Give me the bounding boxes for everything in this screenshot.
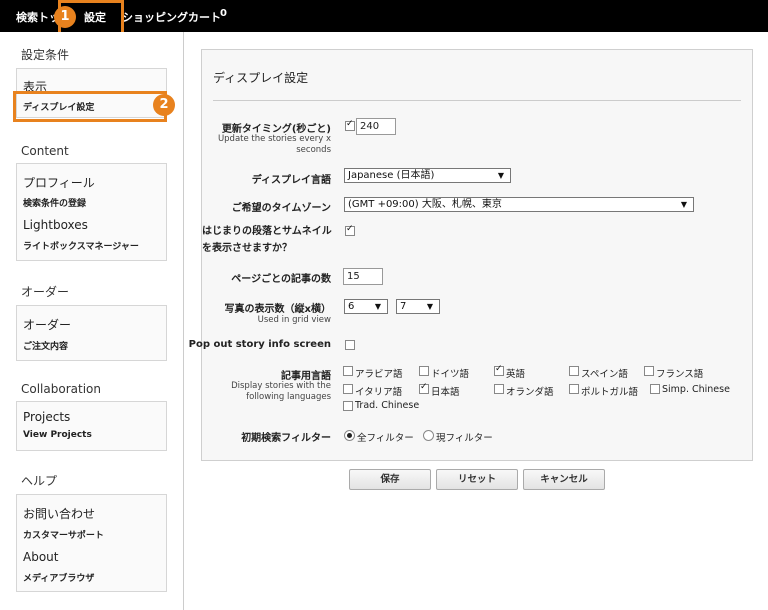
lang-checkbox-italian[interactable] [343,384,353,394]
save-button[interactable]: 保存 [349,469,431,490]
lang-checkbox-arabic[interactable] [343,366,353,376]
lang-label-arabic: アラビア語 [355,369,403,380]
highlight-box-display-settings [13,91,167,122]
sidebar-section-title-content: Content [21,144,69,158]
lang-checkbox-spanish[interactable] [569,366,579,376]
filter-radio-current[interactable] [423,430,434,441]
lang-label-spanish: スペイン語 [581,369,628,380]
lang-checkbox-french[interactable] [644,366,654,376]
lang-label-german: ドイツ語 [431,369,470,380]
thumbnail-checkbox[interactable] [345,224,355,236]
panel-title: ディスプレイ設定 [213,71,309,85]
sidebar-item-customer-support[interactable]: カスタマーサポート [23,528,104,541]
per-page-input[interactable]: 15 [343,268,383,285]
lang-checkbox-japanese[interactable] [419,382,429,394]
chevron-down-icon: ▼ [680,200,687,209]
per-page-label: ページごとの記事の数 [231,274,331,285]
lang-checkbox-english[interactable] [494,364,504,376]
sidebar-box-collaboration: Projects View Projects [16,401,167,451]
lang-checkbox-portuguese[interactable] [569,384,579,394]
annotation-badge-2: 2 [153,94,175,116]
lang-label-english: 英語 [506,369,526,380]
chevron-down-icon: ▼ [426,302,433,311]
filter-label-all: 全フィルター [357,433,414,444]
article-lang-label: 記事用言語 [281,371,331,382]
sidebar-section-title-orders: オーダー [21,285,70,299]
chevron-down-icon: ▼ [497,171,504,180]
lang-label-italian: イタリア語 [355,387,403,398]
sidebar-box-content: プロフィール 検索条件の登録 Lightboxes ライトボックスマネージャー [16,163,167,261]
sidebar-heading-lightboxes[interactable]: Lightboxes [23,218,88,232]
panel-divider [213,100,741,101]
refresh-sublabel: Update the stories every x seconds [217,134,331,155]
lang-label-dutch: オランダ語 [506,387,554,398]
sidebar-item-saved-searches[interactable]: 検索条件の登録 [23,196,86,209]
filter-label: 初期検索フィルター [241,433,331,444]
popout-checkbox[interactable] [345,340,355,350]
sidebar-item-lightbox-manager[interactable]: ライトボックスマネージャー [23,239,139,252]
refresh-label: 更新タイミング(秒ごと) [221,124,331,135]
lang-label-trad-chinese: Trad. Chinese [355,400,420,411]
nav-shopping-cart[interactable]: ショッピングカート [122,9,221,25]
thumbnail-label-wrap: はじまりの段落とサムネイルを表示させますか？ [202,223,340,257]
sidebar-heading-projects[interactable]: Projects [23,410,70,424]
cancel-button[interactable]: キャンセル [523,469,605,490]
filter-radio-all[interactable] [344,430,355,441]
sidebar-section-title-settings: 設定条件 [21,48,70,62]
lang-checkbox-german[interactable] [419,366,429,376]
grid-label: 写真の表示数（縦x横） [224,304,331,315]
sidebar-section-title-collaboration: Collaboration [21,382,101,396]
grid-rows-select[interactable]: 6 ▼ [344,299,388,314]
filter-label-current: 現フィルター [436,433,493,444]
sidebar-box-orders: オーダー ご注文内容 [16,305,167,361]
language-select[interactable]: Japanese (日本語) ▼ [344,168,511,183]
lang-label-portuguese: ポルトガル語 [581,387,639,398]
reset-button[interactable]: リセット [436,469,518,490]
sidebar-item-view-projects[interactable]: View Projects [23,430,92,440]
sidebar-item-order-details[interactable]: ご注文内容 [23,339,68,352]
lang-label-french: フランス語 [656,369,704,380]
timezone-select-value: (GMT +09:00) 大阪、札幌、東京 [348,199,502,210]
grid-sublabel: Used in grid view [257,315,331,325]
chevron-down-icon: ▼ [374,302,381,311]
cart-count-badge: 0 [220,8,227,19]
sidebar-box-help: お問い合わせ カスタマーサポート About メディアブラウザ [16,494,167,592]
refresh-checkbox[interactable] [345,119,355,131]
sidebar-item-media-browser[interactable]: メディアブラウザ [23,571,94,584]
grid-rows-value: 6 [348,301,355,312]
timezone-select[interactable]: (GMT +09:00) 大阪、札幌、東京 ▼ [344,197,694,212]
sidebar-heading-profile[interactable]: プロフィール [23,174,95,191]
lang-checkbox-dutch[interactable] [494,384,504,394]
display-settings-panel: ディスプレイ設定 更新タイミング(秒ごと) Update the stories… [189,49,753,461]
language-label: ディスプレイ言語 [251,175,331,186]
lang-label-simp-chinese: Simp. Chinese [662,384,730,395]
sidebar-section-title-help: ヘルプ [21,474,58,488]
popout-label: Pop out story info screen [188,339,331,350]
timezone-label: ご希望のタイムゾーン [231,203,331,214]
sidebar-heading-contact[interactable]: お問い合わせ [23,505,95,522]
lang-label-japanese: 日本語 [431,387,460,398]
refresh-seconds-input[interactable]: 240 [356,118,396,135]
grid-cols-select[interactable]: 7 ▼ [396,299,440,314]
language-select-value: Japanese (日本語) [348,170,435,181]
lang-checkbox-trad-chinese[interactable] [343,401,353,411]
sidebar-heading-orders[interactable]: オーダー [23,316,71,333]
annotation-badge-1: 1 [54,6,76,28]
grid-cols-value: 7 [400,301,407,312]
thumbnail-label: はじまりの段落とサムネイルを表示させますか？ [202,226,332,254]
article-lang-sublabel: Display stories with the following langu… [231,381,331,402]
lang-checkbox-simp-chinese[interactable] [650,384,660,394]
sidebar-heading-about[interactable]: About [23,550,58,564]
